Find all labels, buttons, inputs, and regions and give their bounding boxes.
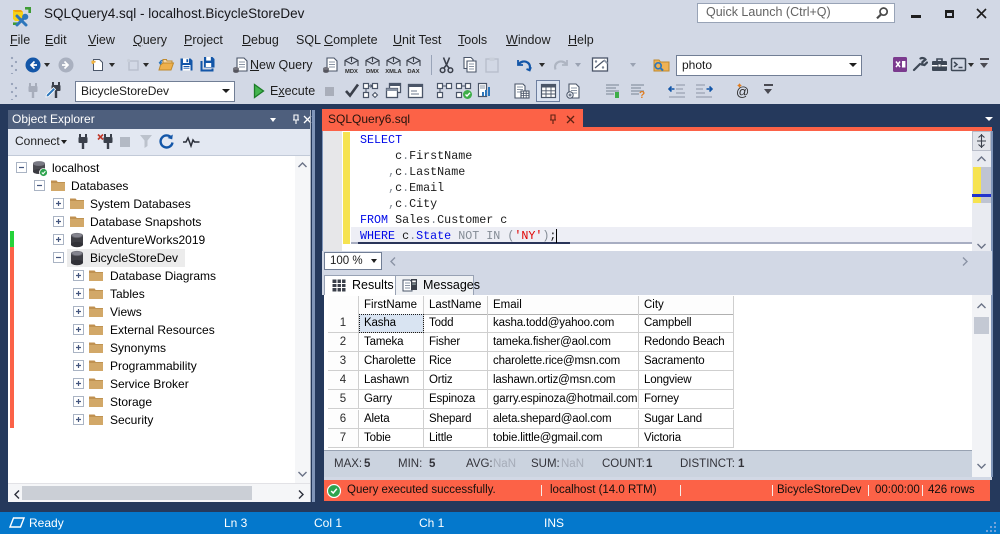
- svg-text:?: ?: [639, 90, 645, 100]
- svg-text:@: @: [736, 84, 749, 99]
